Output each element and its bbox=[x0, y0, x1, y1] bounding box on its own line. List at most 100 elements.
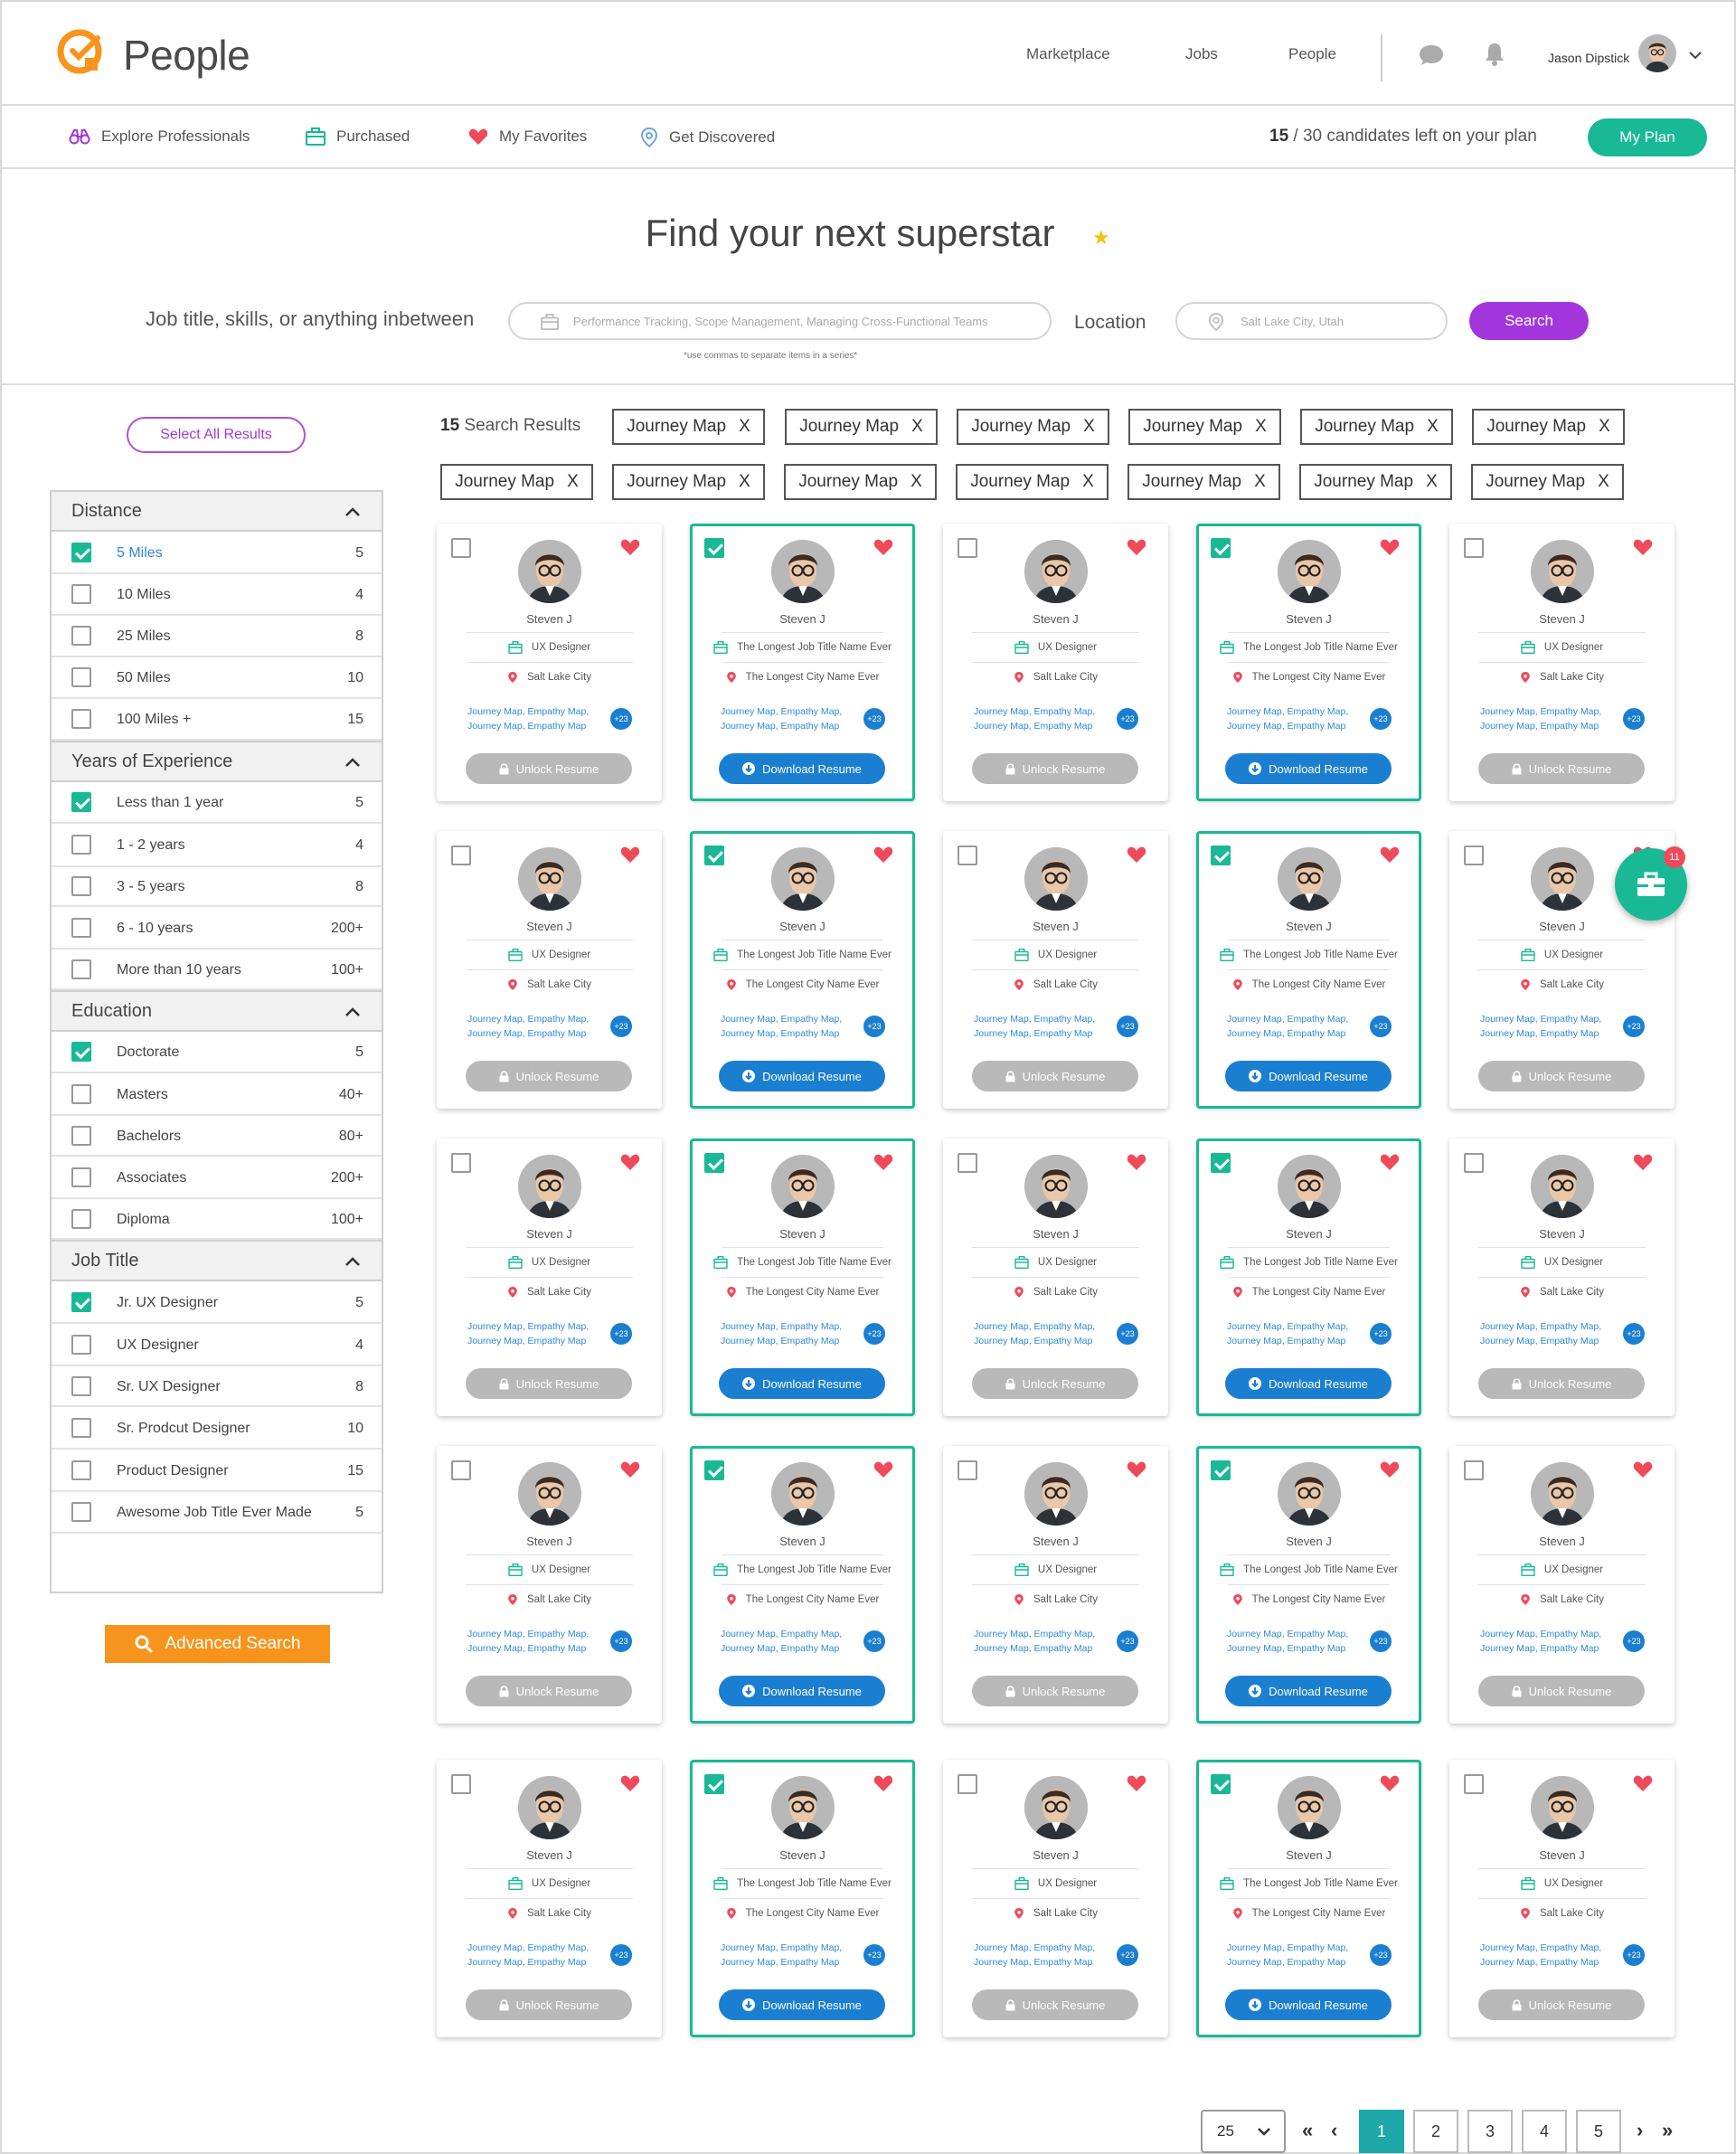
unlock-resume-button[interactable]: Unlock Resume bbox=[466, 1061, 632, 1091]
candidate-avatar[interactable] bbox=[1531, 847, 1594, 911]
unlock-resume-button[interactable]: Unlock Resume bbox=[972, 753, 1138, 784]
candidate-skills[interactable]: Journey Map, Empathy Map, Journey Map, Em… bbox=[467, 1012, 603, 1041]
candidate-skills[interactable]: Journey Map, Empathy Map, Journey Map, Em… bbox=[974, 1627, 1109, 1656]
candidate-avatar[interactable] bbox=[1278, 540, 1341, 603]
favorite-heart-icon[interactable] bbox=[1127, 1460, 1146, 1479]
candidate-name[interactable]: Steven J bbox=[1199, 920, 1419, 933]
more-skills-badge[interactable]: +23 bbox=[1370, 1944, 1392, 1966]
remove-tag-icon[interactable]: X bbox=[911, 417, 923, 437]
candidate-avatar[interactable] bbox=[771, 847, 835, 911]
search-button[interactable]: Search bbox=[1469, 302, 1589, 340]
favorite-heart-icon[interactable] bbox=[1633, 1460, 1653, 1479]
filter-tag[interactable]: Journey Map X bbox=[1472, 409, 1625, 445]
page-button-3[interactable]: 3 bbox=[1467, 2110, 1513, 2153]
first-page-button[interactable]: « bbox=[1302, 2119, 1313, 2142]
candidate-avatar[interactable] bbox=[1024, 540, 1088, 603]
candidate-name[interactable]: Steven J bbox=[1449, 612, 1675, 626]
candidate-avatar[interactable] bbox=[1278, 1462, 1341, 1526]
candidate-name[interactable]: Steven J bbox=[437, 920, 662, 933]
subnav-my-favorites[interactable]: My Favorites bbox=[468, 128, 587, 146]
remove-tag-icon[interactable]: X bbox=[567, 472, 579, 492]
candidate-name[interactable]: Steven J bbox=[1199, 1535, 1419, 1548]
filter-option[interactable]: 5 Miles 5 bbox=[52, 532, 382, 574]
unlock-resume-button[interactable]: Unlock Resume bbox=[972, 1368, 1138, 1399]
more-skills-badge[interactable]: +23 bbox=[1623, 1630, 1645, 1652]
filter-tag[interactable]: Journey Map X bbox=[957, 409, 1109, 445]
filter-option[interactable]: 1 - 2 years 4 bbox=[52, 824, 382, 867]
filter-option[interactable]: Bachelors 80+ bbox=[52, 1116, 382, 1157]
filter-option[interactable]: Diploma 100+ bbox=[52, 1199, 382, 1240]
favorite-heart-icon[interactable] bbox=[620, 1460, 640, 1479]
remove-tag-icon[interactable]: X bbox=[1426, 472, 1438, 492]
candidate-checkbox[interactable] bbox=[1211, 1460, 1231, 1480]
candidate-avatar[interactable] bbox=[1024, 1776, 1088, 1839]
candidate-avatar[interactable] bbox=[1278, 1155, 1341, 1218]
candidate-card[interactable]: Steven J UX Designer Salt Lake City Journey… bbox=[943, 1446, 1168, 1724]
candidate-skills[interactable]: Journey Map, Empathy Map, Journey Map, Em… bbox=[721, 1627, 856, 1656]
unlock-resume-button[interactable]: Unlock Resume bbox=[1478, 1989, 1645, 2020]
download-resume-button[interactable]: Download Resume bbox=[719, 1368, 885, 1399]
candidate-name[interactable]: Steven J bbox=[1449, 1227, 1675, 1241]
candidate-checkbox[interactable] bbox=[1211, 846, 1231, 865]
candidate-name[interactable]: Steven J bbox=[943, 1535, 1168, 1548]
download-resume-button[interactable]: Download Resume bbox=[719, 1989, 885, 2020]
candidate-name[interactable]: Steven J bbox=[943, 1227, 1168, 1241]
candidate-checkbox[interactable] bbox=[958, 846, 977, 865]
page-button-2[interactable]: 2 bbox=[1413, 2110, 1458, 2153]
candidate-card[interactable]: Steven J The Longest Job Title Name Ever T… bbox=[1196, 1138, 1421, 1416]
remove-tag-icon[interactable]: X bbox=[1598, 472, 1609, 492]
favorite-heart-icon[interactable] bbox=[620, 846, 640, 864]
candidate-card[interactable]: Steven J UX Designer Salt Lake City Journey… bbox=[943, 831, 1168, 1109]
favorite-heart-icon[interactable] bbox=[1380, 1460, 1400, 1479]
candidate-skills[interactable]: Journey Map, Empathy Map, Journey Map, Em… bbox=[974, 704, 1109, 733]
favorite-heart-icon[interactable] bbox=[873, 846, 893, 864]
next-page-button[interactable]: › bbox=[1637, 2119, 1643, 2142]
candidate-name[interactable]: Steven J bbox=[1199, 1227, 1419, 1241]
filter-option[interactable]: Jr. UX Designer 5 bbox=[52, 1281, 382, 1324]
candidate-name[interactable]: Steven J bbox=[693, 1535, 912, 1548]
candidate-checkbox[interactable] bbox=[451, 1774, 471, 1794]
filter-checkbox[interactable] bbox=[71, 959, 91, 979]
more-skills-badge[interactable]: +23 bbox=[1623, 708, 1645, 730]
brand-logo-icon[interactable] bbox=[56, 27, 107, 78]
candidate-name[interactable]: Steven J bbox=[437, 1227, 662, 1241]
more-skills-badge[interactable]: +23 bbox=[863, 1323, 885, 1345]
candidate-name[interactable]: Steven J bbox=[437, 1535, 662, 1548]
candidate-name[interactable]: Steven J bbox=[693, 1848, 912, 1862]
page-button-1[interactable]: 1 bbox=[1359, 2110, 1404, 2153]
filter-checkbox[interactable] bbox=[71, 626, 91, 646]
favorite-heart-icon[interactable] bbox=[1380, 1774, 1400, 1792]
download-resume-button[interactable]: Download Resume bbox=[719, 753, 885, 784]
favorite-heart-icon[interactable] bbox=[873, 538, 893, 556]
filter-group-header[interactable]: Education bbox=[52, 990, 382, 1032]
filter-checkbox[interactable] bbox=[71, 584, 91, 604]
candidate-checkbox[interactable] bbox=[1211, 1153, 1231, 1173]
advanced-search-button[interactable]: Advanced Search bbox=[105, 1625, 330, 1663]
candidate-checkbox[interactable] bbox=[1211, 538, 1231, 558]
filter-tag[interactable]: Journey Map X bbox=[612, 464, 765, 500]
filter-group-header[interactable]: Distance bbox=[52, 490, 382, 532]
filter-option[interactable]: 3 - 5 years 8 bbox=[52, 867, 382, 907]
candidate-avatar[interactable] bbox=[771, 1462, 835, 1526]
unlock-resume-button[interactable]: Unlock Resume bbox=[466, 753, 632, 784]
candidate-avatar[interactable] bbox=[1531, 1155, 1594, 1218]
chevron-down-icon[interactable] bbox=[1689, 51, 1702, 60]
candidate-skills[interactable]: Journey Map, Empathy Map, Journey Map, Em… bbox=[467, 1627, 603, 1656]
candidate-name[interactable]: Steven J bbox=[693, 612, 912, 626]
more-skills-badge[interactable]: +23 bbox=[1623, 1944, 1645, 1966]
favorite-heart-icon[interactable] bbox=[1633, 1153, 1653, 1171]
candidate-name[interactable]: Steven J bbox=[943, 612, 1168, 626]
page-button-4[interactable]: 4 bbox=[1522, 2110, 1567, 2153]
candidate-name[interactable]: Steven J bbox=[1449, 1535, 1675, 1548]
candidate-checkbox[interactable] bbox=[451, 538, 471, 558]
candidate-skills[interactable]: Journey Map, Empathy Map, Journey Map, Em… bbox=[1480, 1627, 1616, 1656]
favorite-heart-icon[interactable] bbox=[1127, 1153, 1146, 1171]
filter-tag[interactable]: Journey Map X bbox=[1127, 464, 1280, 500]
candidate-card[interactable]: Steven J UX Designer Salt Lake City Journey… bbox=[437, 831, 662, 1109]
favorite-heart-icon[interactable] bbox=[620, 1774, 640, 1792]
candidate-checkbox[interactable] bbox=[958, 1774, 977, 1794]
candidate-name[interactable]: Steven J bbox=[437, 1848, 662, 1862]
candidate-card[interactable]: Steven J UX Designer Salt Lake City Journey… bbox=[1449, 1138, 1675, 1416]
candidate-skills[interactable]: Journey Map, Empathy Map, Journey Map, Em… bbox=[1227, 704, 1363, 733]
candidate-card[interactable]: Steven J UX Designer Salt Lake City Journey… bbox=[943, 524, 1168, 801]
